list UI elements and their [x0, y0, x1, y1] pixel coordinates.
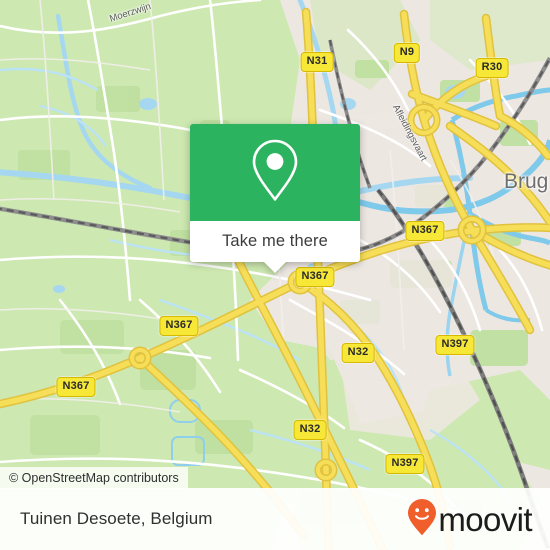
road-shield: N367 [295, 267, 335, 287]
road-shield: N9 [393, 43, 421, 63]
city-label-brugge: Brug [504, 170, 549, 193]
footer-bar: Tuinen Desoete, Belgium moovit [0, 488, 550, 550]
moovit-map-screen: N31 N9 R30 N367 N367 N367 N367 N32 N397 … [0, 0, 550, 550]
take-me-there-callout[interactable]: Take me there [190, 124, 360, 273]
moovit-pin-smiley-icon [407, 498, 437, 541]
road-shield: N32 [293, 420, 327, 440]
map-canvas[interactable]: N31 N9 R30 N367 N367 N367 N367 N32 N397 … [0, 0, 550, 550]
place-name-label: Tuinen Desoete, Belgium [20, 509, 213, 528]
moovit-brand[interactable]: moovit [407, 498, 533, 541]
callout-icon-panel [190, 124, 360, 221]
road-shield: N367 [159, 316, 199, 336]
road-shield: N397 [435, 335, 475, 355]
road-shield: R30 [475, 58, 509, 78]
osm-attribution[interactable]: © OpenStreetMap contributors [0, 467, 188, 489]
road-shield: N397 [385, 454, 425, 474]
road-shield: N367 [56, 377, 96, 397]
callout-action-panel[interactable]: Take me there [190, 221, 360, 273]
road-shield: N32 [341, 343, 375, 363]
take-me-there-label: Take me there [222, 232, 328, 250]
map-pin-icon [248, 137, 302, 208]
road-shield: N31 [300, 52, 334, 72]
callout-tail [264, 262, 286, 273]
road-shield: N367 [405, 221, 445, 241]
moovit-wordmark: moovit [438, 500, 532, 538]
